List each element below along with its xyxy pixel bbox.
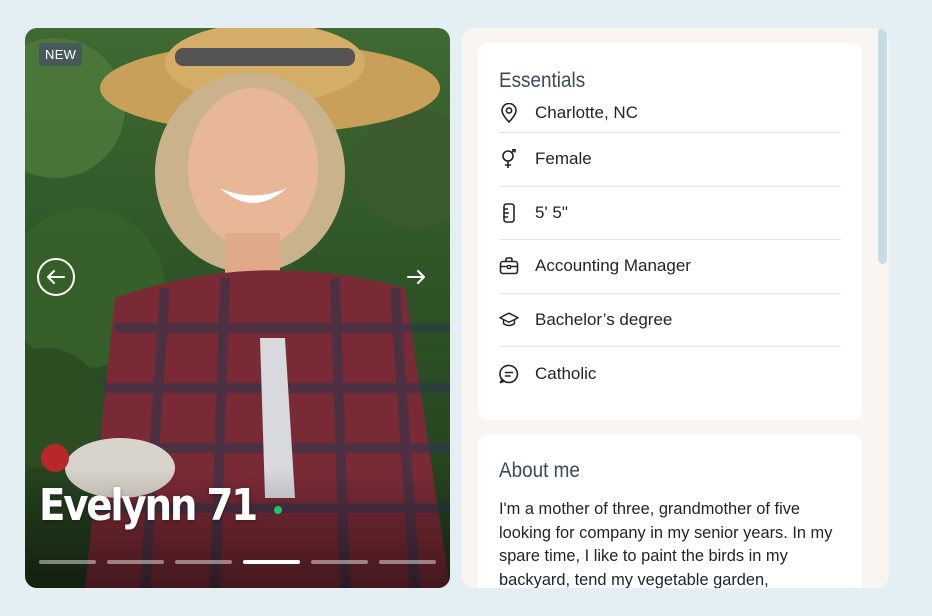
essentials-list: Charlotte, NC Female 5' 5" Accounting Ma…: [499, 93, 841, 401]
photo-progress-indicator: [39, 560, 436, 564]
essential-location: Charlotte, NC: [499, 93, 841, 133]
photo-progress-segment[interactable]: [107, 560, 164, 564]
profile-details-panel[interactable]: Essentials Charlotte, NC Female 5' 5" Ac…: [462, 28, 889, 588]
essential-height: 5' 5": [499, 187, 841, 240]
about-me-card: About me I'm a mother of three, grandmot…: [478, 434, 862, 588]
essential-gender-label: Female: [535, 149, 592, 169]
religion-chat-icon: [499, 364, 519, 384]
photo-progress-segment-active[interactable]: [243, 560, 300, 564]
ruler-icon: [499, 202, 519, 223]
location-pin-icon: [499, 102, 519, 123]
essential-education: Bachelor’s degree: [499, 294, 841, 347]
arrow-right-icon: [407, 270, 425, 284]
photo-progress-segment[interactable]: [311, 560, 368, 564]
details-scrollbar[interactable]: [878, 28, 887, 264]
essentials-title: Essentials: [499, 69, 586, 92]
essential-occupation-label: Accounting Manager: [535, 256, 691, 276]
essential-location-label: Charlotte, NC: [535, 102, 638, 122]
profile-photo-card[interactable]: NEW Evelynn 71: [25, 28, 450, 588]
photo-progress-segment[interactable]: [379, 560, 436, 564]
previous-photo-button[interactable]: [37, 258, 75, 296]
essential-gender: Female: [499, 133, 841, 187]
gender-female-icon: [499, 149, 519, 169]
essential-religion: Catholic: [499, 347, 841, 401]
next-photo-button[interactable]: [403, 264, 429, 290]
new-badge: NEW: [39, 43, 83, 66]
photo-progress-segment[interactable]: [39, 560, 96, 564]
essential-occupation: Accounting Manager: [499, 240, 841, 294]
profile-name-age: Evelynn 71: [39, 480, 258, 531]
photo-progress-segment[interactable]: [175, 560, 232, 564]
arrow-left-icon: [47, 270, 65, 284]
about-me-title: About me: [499, 459, 580, 482]
profile-name-row: Evelynn 71: [39, 480, 282, 531]
essential-height-label: 5' 5": [535, 202, 568, 222]
briefcase-icon: [499, 256, 519, 276]
graduation-cap-icon: [499, 310, 519, 330]
essential-education-label: Bachelor’s degree: [535, 309, 673, 329]
about-me-text: I'm a mother of three, grandmother of fi…: [499, 500, 833, 588]
online-status-dot: [273, 505, 282, 514]
essential-religion-label: Catholic: [535, 363, 597, 383]
essentials-card: Essentials Charlotte, NC Female 5' 5" Ac…: [478, 43, 862, 420]
